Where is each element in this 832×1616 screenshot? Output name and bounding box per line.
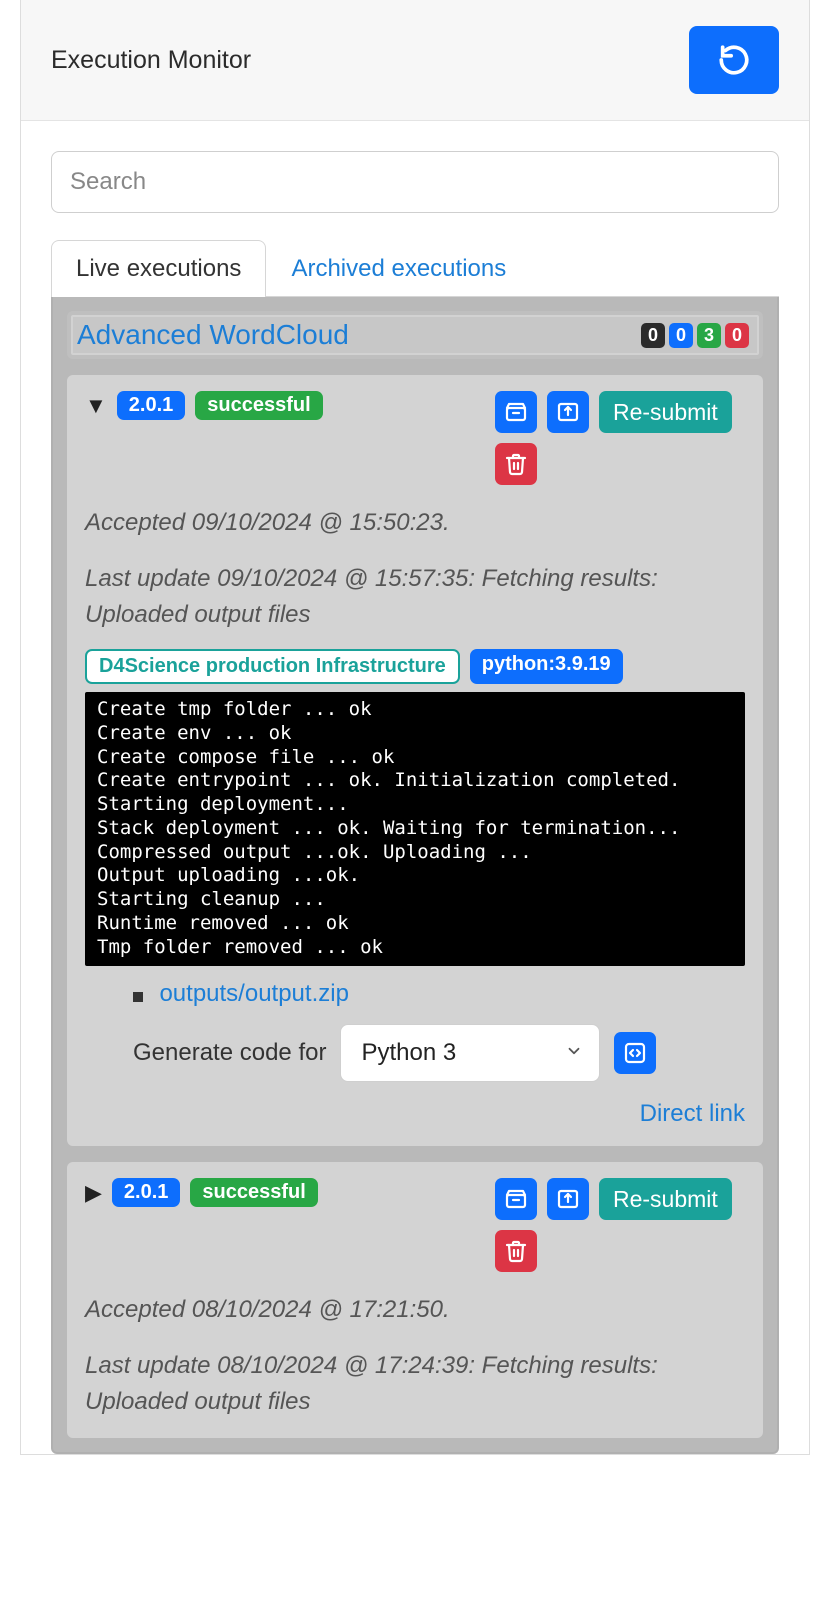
trash-icon (504, 452, 528, 476)
version-badge: 2.0.1 (112, 1178, 180, 1207)
tabs: Live executions Archived executions (51, 239, 779, 297)
resubmit-button[interactable]: Re-submit (599, 391, 732, 433)
archive-icon (504, 400, 528, 424)
execution-actions: Re-submit (495, 391, 745, 485)
execution-card: ▶ 2.0.1 successful Re-submit (67, 1162, 763, 1438)
delete-button[interactable] (495, 443, 537, 485)
method-group: Advanced WordCloud 0 0 3 0 ▼ 2.0.1 succe… (51, 297, 779, 1454)
execution-card: ▼ 2.0.1 successful Re-submit (67, 375, 763, 1146)
group-title: Advanced WordCloud (77, 319, 349, 351)
delete-button[interactable] (495, 1230, 537, 1272)
tab-archived-executions[interactable]: Archived executions (266, 240, 531, 297)
trash-icon (504, 1239, 528, 1263)
expand-toggle[interactable]: ▼ (85, 393, 107, 419)
list-bullet-icon (133, 992, 143, 1002)
code-icon (623, 1041, 647, 1065)
console-output[interactable]: Create tmp folder ... ok Create env ... … (85, 692, 745, 966)
panel-body: Live executions Archived executions (21, 121, 809, 297)
runtime-chip: python:3.9.19 (470, 649, 623, 684)
refresh-button[interactable] (689, 26, 779, 94)
accepted-text: Accepted 08/10/2024 @ 17:21:50. (85, 1292, 745, 1328)
archive-button[interactable] (495, 391, 537, 433)
group-header[interactable]: Advanced WordCloud 0 0 3 0 (67, 311, 763, 359)
counter-running: 0 (641, 323, 665, 348)
generate-code-select[interactable]: Python 3 (340, 1024, 600, 1082)
counter-failed: 0 (725, 323, 749, 348)
chevron-down-icon (565, 1039, 583, 1067)
panel-title: Execution Monitor (51, 46, 251, 75)
generate-code-selected: Python 3 (361, 1039, 456, 1066)
accepted-text: Accepted 09/10/2024 @ 15:50:23. (85, 505, 745, 541)
direct-link-row: Direct link (85, 1100, 745, 1128)
group-counters: 0 0 3 0 (641, 323, 749, 348)
outputs-list: outputs/output.zip (133, 980, 745, 1008)
status-badge: successful (195, 391, 322, 420)
execution-actions: Re-submit (495, 1178, 745, 1272)
counter-success: 3 (697, 323, 721, 348)
generate-code-row: Generate code for Python 3 (133, 1024, 745, 1082)
execution-top-row: ▼ 2.0.1 successful Re-submit (85, 391, 745, 485)
last-update-text: Last update 09/10/2024 @ 15:57:35: Fetch… (85, 561, 745, 633)
execution-top-row: ▶ 2.0.1 successful Re-submit (85, 1178, 745, 1272)
archive-icon (504, 1187, 528, 1211)
resubmit-button[interactable]: Re-submit (599, 1178, 732, 1220)
direct-link[interactable]: Direct link (640, 1100, 745, 1127)
expand-toggle[interactable]: ▶ (85, 1180, 102, 1206)
infrastructure-chip: D4Science production Infrastructure (85, 649, 460, 684)
tab-live-executions[interactable]: Live executions (51, 240, 266, 297)
export-icon (556, 400, 580, 424)
export-button[interactable] (547, 1178, 589, 1220)
status-badge: successful (190, 1178, 317, 1207)
execution-monitor-panel: Execution Monitor Live executions Archiv… (20, 0, 810, 1455)
counter-pending: 0 (669, 323, 693, 348)
generate-code-label: Generate code for (133, 1039, 326, 1067)
version-badge: 2.0.1 (117, 391, 185, 420)
output-file-link[interactable]: outputs/output.zip (159, 980, 348, 1007)
archive-button[interactable] (495, 1178, 537, 1220)
export-icon (556, 1187, 580, 1211)
search-input[interactable] (51, 151, 779, 213)
last-update-text: Last update 08/10/2024 @ 17:24:39: Fetch… (85, 1348, 745, 1420)
refresh-icon (717, 43, 751, 77)
runtime-chips: D4Science production Infrastructure pyth… (85, 649, 745, 684)
export-button[interactable] (547, 391, 589, 433)
generate-code-button[interactable] (614, 1032, 656, 1074)
panel-header: Execution Monitor (21, 0, 809, 121)
